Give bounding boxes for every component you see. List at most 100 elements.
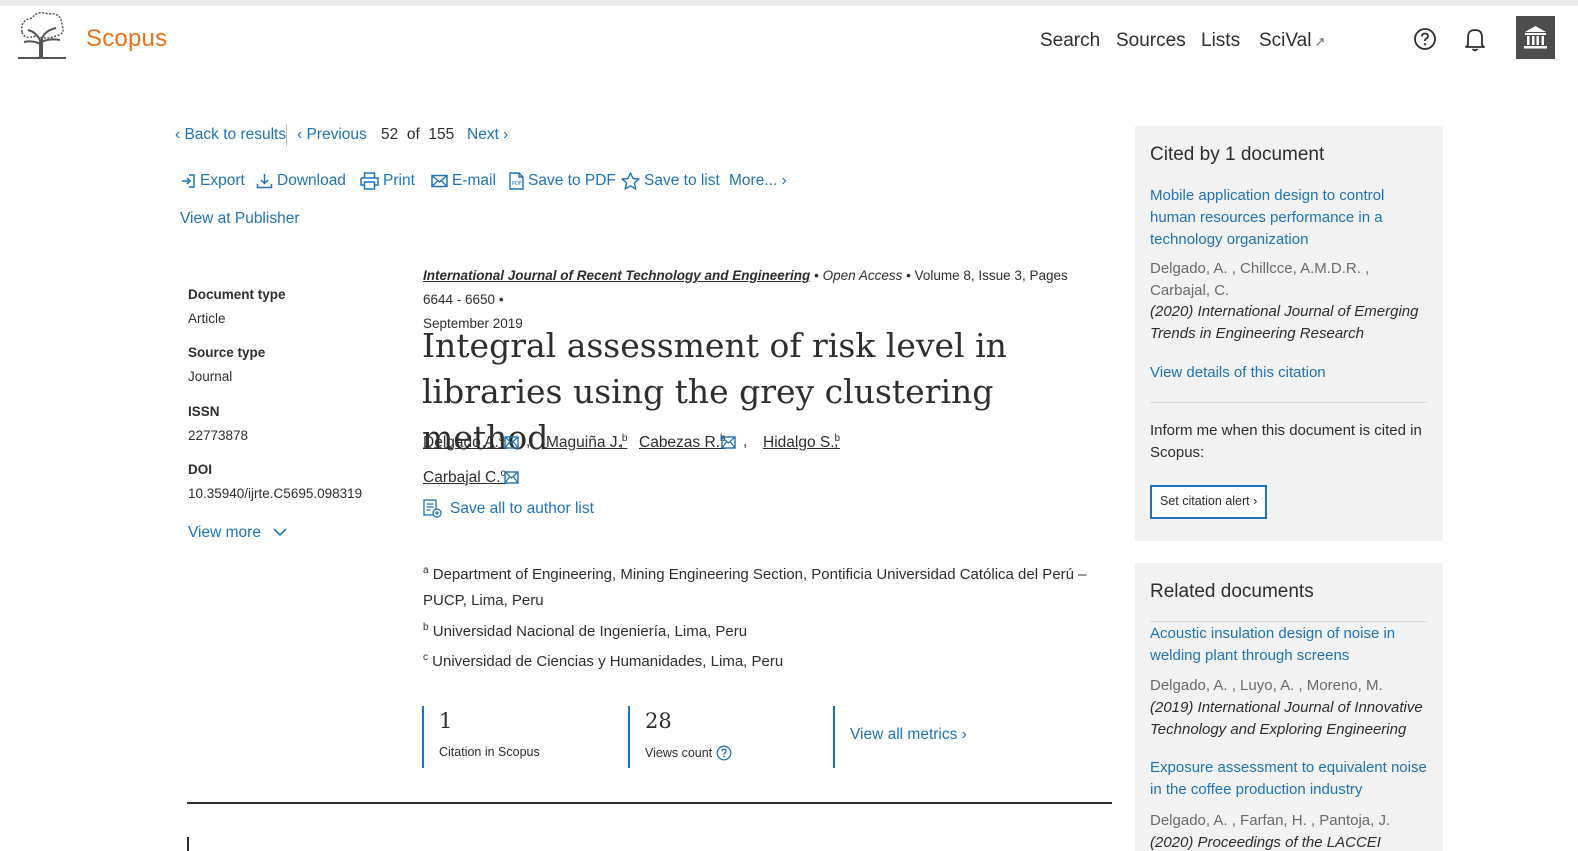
external-arrow-icon: ↗: [1314, 34, 1326, 49]
email-button[interactable]: E-mail: [431, 172, 496, 190]
bell-icon[interactable]: [1463, 26, 1487, 52]
related-document-link[interactable]: Acoustic insulation design of noise in w…: [1150, 623, 1432, 667]
scopus-brand[interactable]: Scopus: [86, 25, 167, 53]
author-separator: ,: [834, 433, 839, 450]
citation-alert-prompt: Inform me when this document is cited in…: [1150, 422, 1422, 461]
document-type-label: Document type: [188, 287, 286, 302]
save-all-label: Save all to author list: [450, 499, 594, 517]
source-type-label: Source type: [188, 345, 266, 360]
author-name: Delgado A.: [423, 434, 499, 452]
metric-divider: [628, 706, 630, 768]
related-document-source: (2020) Proceedings of the LACCEI: [1150, 834, 1381, 851]
author-list-icon: [423, 499, 442, 518]
views-count: 28: [645, 709, 672, 733]
affiliation-b: b Universidad Nacional de Ingeniería, Li…: [423, 615, 1113, 645]
citation-count: 1: [439, 709, 453, 733]
document-type-value: Article: [188, 311, 226, 326]
author-separator: ,: [743, 433, 748, 450]
related-documents-panel: Related documents Acoustic insulation de…: [1135, 563, 1443, 851]
help-icon[interactable]: [1413, 27, 1437, 51]
star-icon: [621, 172, 640, 190]
nav-lists[interactable]: Lists: [1201, 30, 1240, 52]
email-author-icon[interactable]: [504, 471, 519, 484]
print-label: Print: [383, 172, 415, 189]
view-at-publisher-link[interactable]: View at Publisher: [180, 210, 299, 228]
cited-by-panel: Cited by 1 document Mobile application d…: [1135, 126, 1443, 541]
save-to-list-label: Save to list: [644, 172, 720, 189]
author-name: Carbajal C.: [423, 469, 501, 487]
print-icon: [360, 172, 379, 190]
affiliation-marker: b: [423, 622, 429, 633]
email-icon: [431, 174, 448, 188]
bullet-separator: •: [814, 268, 819, 283]
author-name: Maguiña J.: [546, 434, 622, 452]
affiliation-c: c Universidad de Ciencias y Humanidades,…: [423, 645, 1113, 675]
author-link[interactable]: Maguiña J.b: [546, 433, 627, 452]
export-button[interactable]: Export: [180, 172, 245, 190]
nav-sources[interactable]: Sources: [1116, 30, 1186, 52]
previous-link[interactable]: ‹ Previous: [297, 126, 367, 144]
abstract-tab-marker: [187, 837, 189, 851]
bullet-separator: •: [906, 268, 911, 283]
view-more-link[interactable]: View more: [188, 524, 287, 542]
elsevier-tree-logo[interactable]: [16, 10, 68, 60]
institution-button[interactable]: [1516, 16, 1555, 59]
next-link[interactable]: Next ›: [467, 126, 508, 144]
back-to-results-link[interactable]: ‹ Back to results: [175, 126, 286, 144]
download-label: Download: [277, 172, 346, 189]
email-author-icon[interactable]: [504, 436, 519, 449]
author-name: Hidalgo S.: [763, 434, 835, 452]
export-icon: [182, 174, 195, 188]
related-documents-heading: Related documents: [1150, 581, 1314, 602]
source-type-value: Journal: [188, 369, 233, 384]
chevron-down-icon: [273, 528, 287, 537]
institution-icon: [1524, 26, 1547, 49]
nav-search[interactable]: Search: [1040, 30, 1100, 52]
email-label: E-mail: [452, 172, 496, 189]
email-author-icon[interactable]: [721, 436, 736, 449]
citing-document-authors: Delgado, A. , Chillcce, A.M.D.R. , Carba…: [1150, 260, 1370, 299]
affiliation-marker: c: [423, 652, 428, 663]
nav-scival[interactable]: SciVal ↗: [1259, 30, 1325, 52]
save-to-pdf-button[interactable]: PDF Save to PDF: [509, 172, 616, 190]
nav-divider: [286, 124, 287, 146]
set-citation-alert-button[interactable]: Set citation alert ›: [1150, 485, 1267, 519]
author-link[interactable]: Cabezas R.b: [639, 433, 726, 452]
citation-count-label: Citation in Scopus: [439, 745, 540, 759]
pdf-icon: PDF: [509, 172, 524, 190]
views-count-label-row: Views count: [645, 745, 732, 761]
author-name: Cabezas R.: [639, 434, 720, 452]
panel-divider: [1150, 621, 1427, 622]
metric-divider: [833, 706, 835, 768]
citing-document-link[interactable]: Mobile application design to control hum…: [1150, 185, 1432, 251]
top-bar: Scopus Search Sources Lists SciVal ↗: [0, 0, 1578, 70]
save-all-to-author-list-link[interactable]: Save all to author list: [423, 499, 594, 518]
download-button[interactable]: Download: [256, 172, 346, 190]
metric-divider: [422, 706, 424, 768]
affiliation-marker: a: [423, 565, 429, 576]
related-document-source: (2019) International Journal of Innovati…: [1150, 699, 1423, 738]
print-button[interactable]: Print: [360, 172, 415, 190]
journal-name-link[interactable]: International Journal of Recent Technolo…: [423, 268, 810, 283]
more-button[interactable]: More... ›: [729, 172, 787, 190]
affiliation-text: Universidad de Ciencias y Humanidades, L…: [432, 653, 784, 670]
affiliation-a: a Department of Engineering, Mining Engi…: [423, 558, 1113, 614]
doi-value[interactable]: 10.35940/ijrte.C5695.098319: [188, 486, 362, 501]
save-to-pdf-label: Save to PDF: [528, 172, 616, 189]
view-more-label: View more: [188, 524, 261, 541]
view-all-metrics-link[interactable]: View all metrics ›: [850, 726, 967, 744]
export-label: Export: [200, 172, 245, 189]
related-document-link[interactable]: Exposure assessment to equivalent noise …: [1150, 757, 1432, 801]
author-link[interactable]: Carbajal C.c: [423, 468, 506, 487]
views-count-label: Views count: [645, 746, 713, 760]
help-icon[interactable]: [716, 745, 732, 761]
download-icon: [256, 174, 273, 189]
author-link[interactable]: Delgado A.a: [423, 433, 504, 452]
citing-document-source: (2020) International Journal of Emerging…: [1150, 303, 1419, 342]
svg-text:PDF: PDF: [512, 181, 522, 187]
view-citation-details-link[interactable]: View details of this citation: [1150, 362, 1432, 384]
save-to-list-button[interactable]: Save to list: [621, 172, 720, 190]
bullet-separator: •: [498, 292, 504, 307]
result-position: 52 of 155: [381, 126, 455, 143]
author-link[interactable]: Hidalgo S.b: [763, 433, 840, 452]
